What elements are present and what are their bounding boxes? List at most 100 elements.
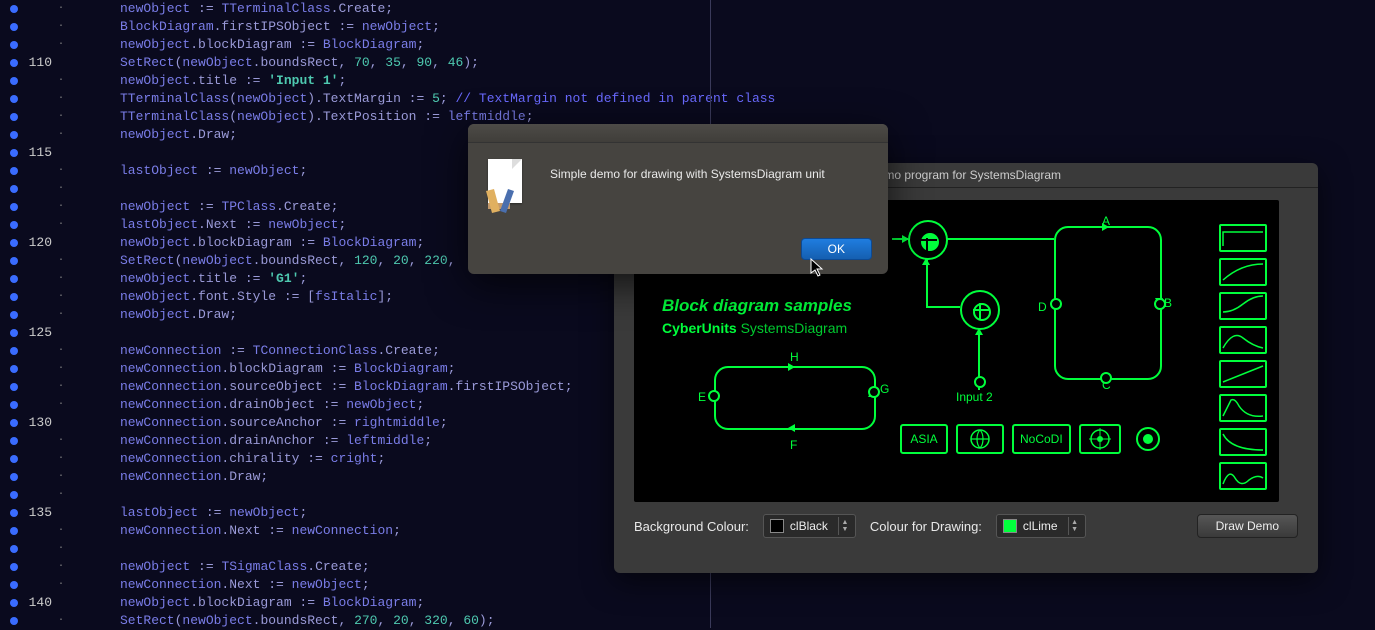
rect-abcd — [1054, 226, 1162, 380]
breakpoint-dot-icon[interactable] — [10, 59, 18, 67]
gutter-line: · — [0, 270, 64, 288]
node-input2 — [974, 376, 986, 388]
breakpoint-dot-icon[interactable] — [10, 527, 18, 535]
code-line[interactable]: newObject.blockDiagram := BlockDiagram; — [120, 36, 710, 54]
dialog-titlebar[interactable] — [468, 124, 888, 143]
breakpoint-dot-icon[interactable] — [10, 383, 18, 391]
breakpoint-dot-icon[interactable] — [10, 473, 18, 481]
breakpoint-dot-icon[interactable] — [10, 419, 18, 427]
node-b — [1154, 298, 1166, 310]
gutter-line: · — [0, 90, 64, 108]
minichart-underdamp-icon[interactable] — [1219, 462, 1267, 490]
gutter-line: · — [0, 612, 64, 630]
breakpoint-dot-icon[interactable] — [10, 545, 18, 553]
arrow-h — [788, 363, 795, 371]
breakpoint-dot-icon[interactable] — [10, 329, 18, 337]
gutter-line: · — [0, 18, 64, 36]
breakpoint-dot-icon[interactable] — [10, 347, 18, 355]
minichart-overshoot-icon[interactable] — [1219, 394, 1267, 422]
gutter-line: 110 — [0, 54, 64, 72]
breakpoint-dot-icon[interactable] — [10, 23, 18, 31]
gutter-line: · — [0, 36, 64, 54]
info-dialog[interactable]: Simple demo for drawing with SystemsDiag… — [468, 124, 888, 274]
gutter-line: · — [0, 108, 64, 126]
breakpoint-dot-icon[interactable] — [10, 239, 18, 247]
breakpoint-dot-icon[interactable] — [10, 275, 18, 283]
gutter-line: · — [0, 0, 64, 18]
fg-colour-combo[interactable]: clLime ▲▼ — [996, 514, 1086, 538]
breakpoint-dot-icon[interactable] — [10, 149, 18, 157]
breakpoint-dot-icon[interactable] — [10, 41, 18, 49]
controls-row: Background Colour: clBlack ▲▼ Colour for… — [634, 514, 1298, 538]
combo-stepper-icon[interactable]: ▲▼ — [838, 517, 851, 535]
breakpoint-dot-icon[interactable] — [10, 221, 18, 229]
code-line[interactable]: newObject.title := 'Input 1'; — [120, 72, 710, 90]
bg-colour-combo[interactable]: clBlack ▲▼ — [763, 514, 856, 538]
breakpoint-dot-icon[interactable] — [10, 437, 18, 445]
chip-target1-icon[interactable] — [1079, 424, 1121, 454]
breakpoint-dot-icon[interactable] — [10, 293, 18, 301]
sigma-bottom — [960, 290, 1000, 330]
breakpoint-dot-icon[interactable] — [10, 311, 18, 319]
breakpoint-dot-icon[interactable] — [10, 167, 18, 175]
gutter-line: · — [0, 126, 64, 144]
minichart-column — [1219, 224, 1267, 490]
breakpoint-dot-icon[interactable] — [10, 95, 18, 103]
breakpoint-dot-icon[interactable] — [10, 203, 18, 211]
breakpoint-dot-icon[interactable] — [10, 131, 18, 139]
combo-stepper-icon[interactable]: ▲▼ — [1068, 517, 1081, 535]
minichart-decay-icon[interactable] — [1219, 428, 1267, 456]
minichart-bump-icon[interactable] — [1219, 326, 1267, 354]
minichart-step-icon[interactable] — [1219, 224, 1267, 252]
code-line[interactable]: TTerminalClass(newObject).TextMargin := … — [120, 90, 710, 108]
code-editor[interactable]: ···110····115····120····125····130····13… — [0, 0, 710, 628]
app-icon — [484, 159, 532, 215]
code-line[interactable]: SetRect(newObject.boundsRect, 70, 35, 90… — [120, 54, 710, 72]
rect-efgh — [714, 366, 876, 430]
code-line[interactable]: newConnection.Next := newObject; — [120, 576, 710, 594]
code-line[interactable]: newObject.blockDiagram := BlockDiagram; — [120, 594, 710, 612]
gutter-line: 135 — [0, 504, 64, 522]
draw-demo-button[interactable]: Draw Demo — [1197, 514, 1298, 538]
breakpoint-dot-icon[interactable] — [10, 113, 18, 121]
code-line[interactable]: BlockDiagram.firstIPSObject := newObject… — [120, 18, 710, 36]
minichart-linear-icon[interactable] — [1219, 360, 1267, 388]
breakpoint-dot-icon[interactable] — [10, 401, 18, 409]
chip-nocodi[interactable]: NoCoDI — [1012, 424, 1071, 454]
wire-sigmas-link-h — [926, 306, 960, 308]
code-line[interactable]: newObject := TTerminalClass.Create; — [120, 0, 710, 18]
gutter-line: · — [0, 162, 64, 180]
breakpoint-dot-icon[interactable] — [10, 581, 18, 589]
code-line[interactable]: SetRect(newObject.boundsRect, 270, 20, 3… — [120, 612, 710, 630]
breakpoint-dot-icon[interactable] — [10, 563, 18, 571]
breakpoint-dot-icon[interactable] — [10, 455, 18, 463]
gutter-line: · — [0, 432, 64, 450]
breakpoint-dot-icon[interactable] — [10, 509, 18, 517]
chip-target2-icon[interactable] — [1129, 426, 1167, 452]
node-d — [1050, 298, 1062, 310]
gutter-line: 130 — [0, 414, 64, 432]
ok-button[interactable]: OK — [801, 238, 872, 260]
breakpoint-dot-icon[interactable] — [10, 5, 18, 13]
gutter-line: · — [0, 360, 64, 378]
breakpoint-dot-icon[interactable] — [10, 617, 18, 625]
gutter-line: · — [0, 288, 64, 306]
label-e: E — [698, 390, 706, 404]
breakpoint-dot-icon[interactable] — [10, 599, 18, 607]
minichart-sigmoid-icon[interactable] — [1219, 292, 1267, 320]
gutter-line: · — [0, 540, 64, 558]
breakpoint-dot-icon[interactable] — [10, 77, 18, 85]
breakpoint-dot-icon[interactable] — [10, 257, 18, 265]
minichart-ramp-icon[interactable] — [1219, 258, 1267, 286]
sigma-top — [908, 220, 948, 260]
label-f: F — [790, 438, 797, 452]
line-number-gutter: ···110····115····120····125····130····13… — [0, 0, 70, 628]
breakpoint-dot-icon[interactable] — [10, 491, 18, 499]
breakpoint-dot-icon[interactable] — [10, 185, 18, 193]
chip-asia[interactable]: ASIA — [900, 424, 948, 454]
breakpoint-dot-icon[interactable] — [10, 365, 18, 373]
label-g: G — [880, 382, 889, 396]
dialog-body: Simple demo for drawing with SystemsDiag… — [468, 143, 888, 231]
chip-globe-icon[interactable] — [956, 424, 1004, 454]
dialog-message: Simple demo for drawing with SystemsDiag… — [550, 159, 872, 215]
